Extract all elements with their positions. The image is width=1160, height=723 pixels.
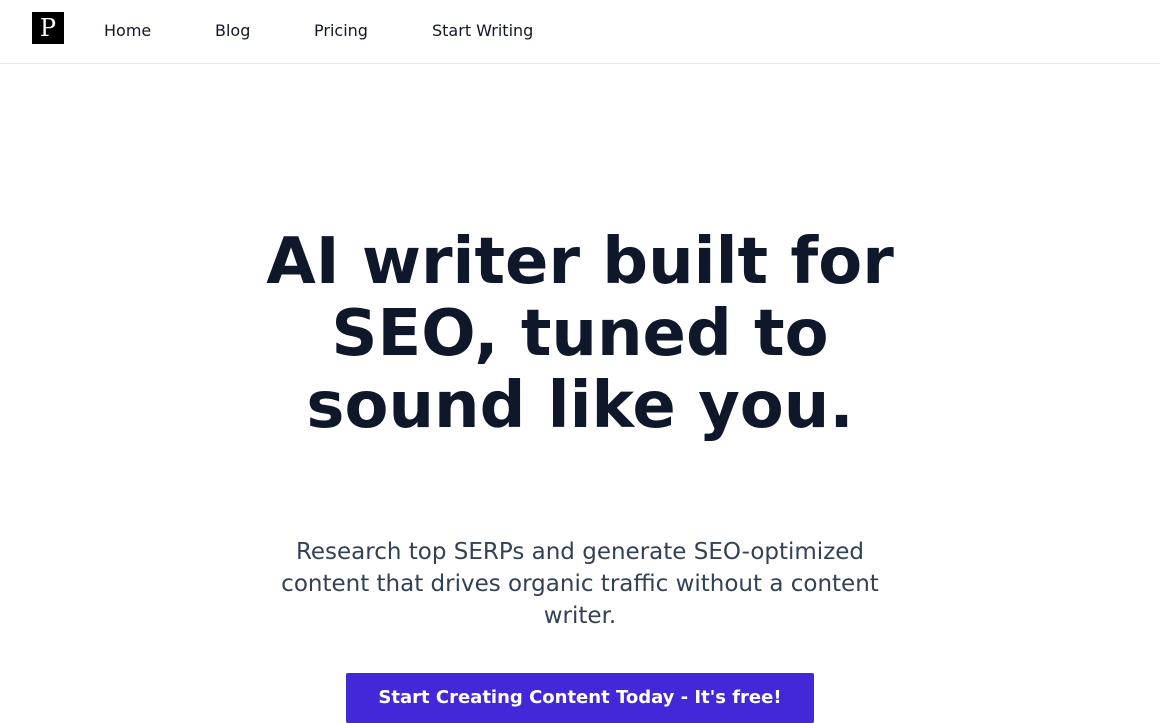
nav-link-start-writing[interactable]: Start Writing <box>432 20 533 42</box>
logo-icon[interactable]: P <box>32 12 64 44</box>
hero-subtitle: Research top SERPs and generate SEO-opti… <box>281 539 879 629</box>
top-navbar: P Home Blog Pricing Start Writing <box>0 0 1160 64</box>
logo-letter: P <box>39 14 57 42</box>
start-creating-content-button[interactable]: Start Creating Content Today - It's free… <box>346 673 814 723</box>
nav-link-home[interactable]: Home <box>104 20 151 42</box>
nav-link-blog[interactable]: Blog <box>215 20 250 42</box>
nav-link-pricing[interactable]: Pricing <box>314 20 368 42</box>
hero-title: AI writer built for SEO, tuned to sound … <box>266 225 894 443</box>
